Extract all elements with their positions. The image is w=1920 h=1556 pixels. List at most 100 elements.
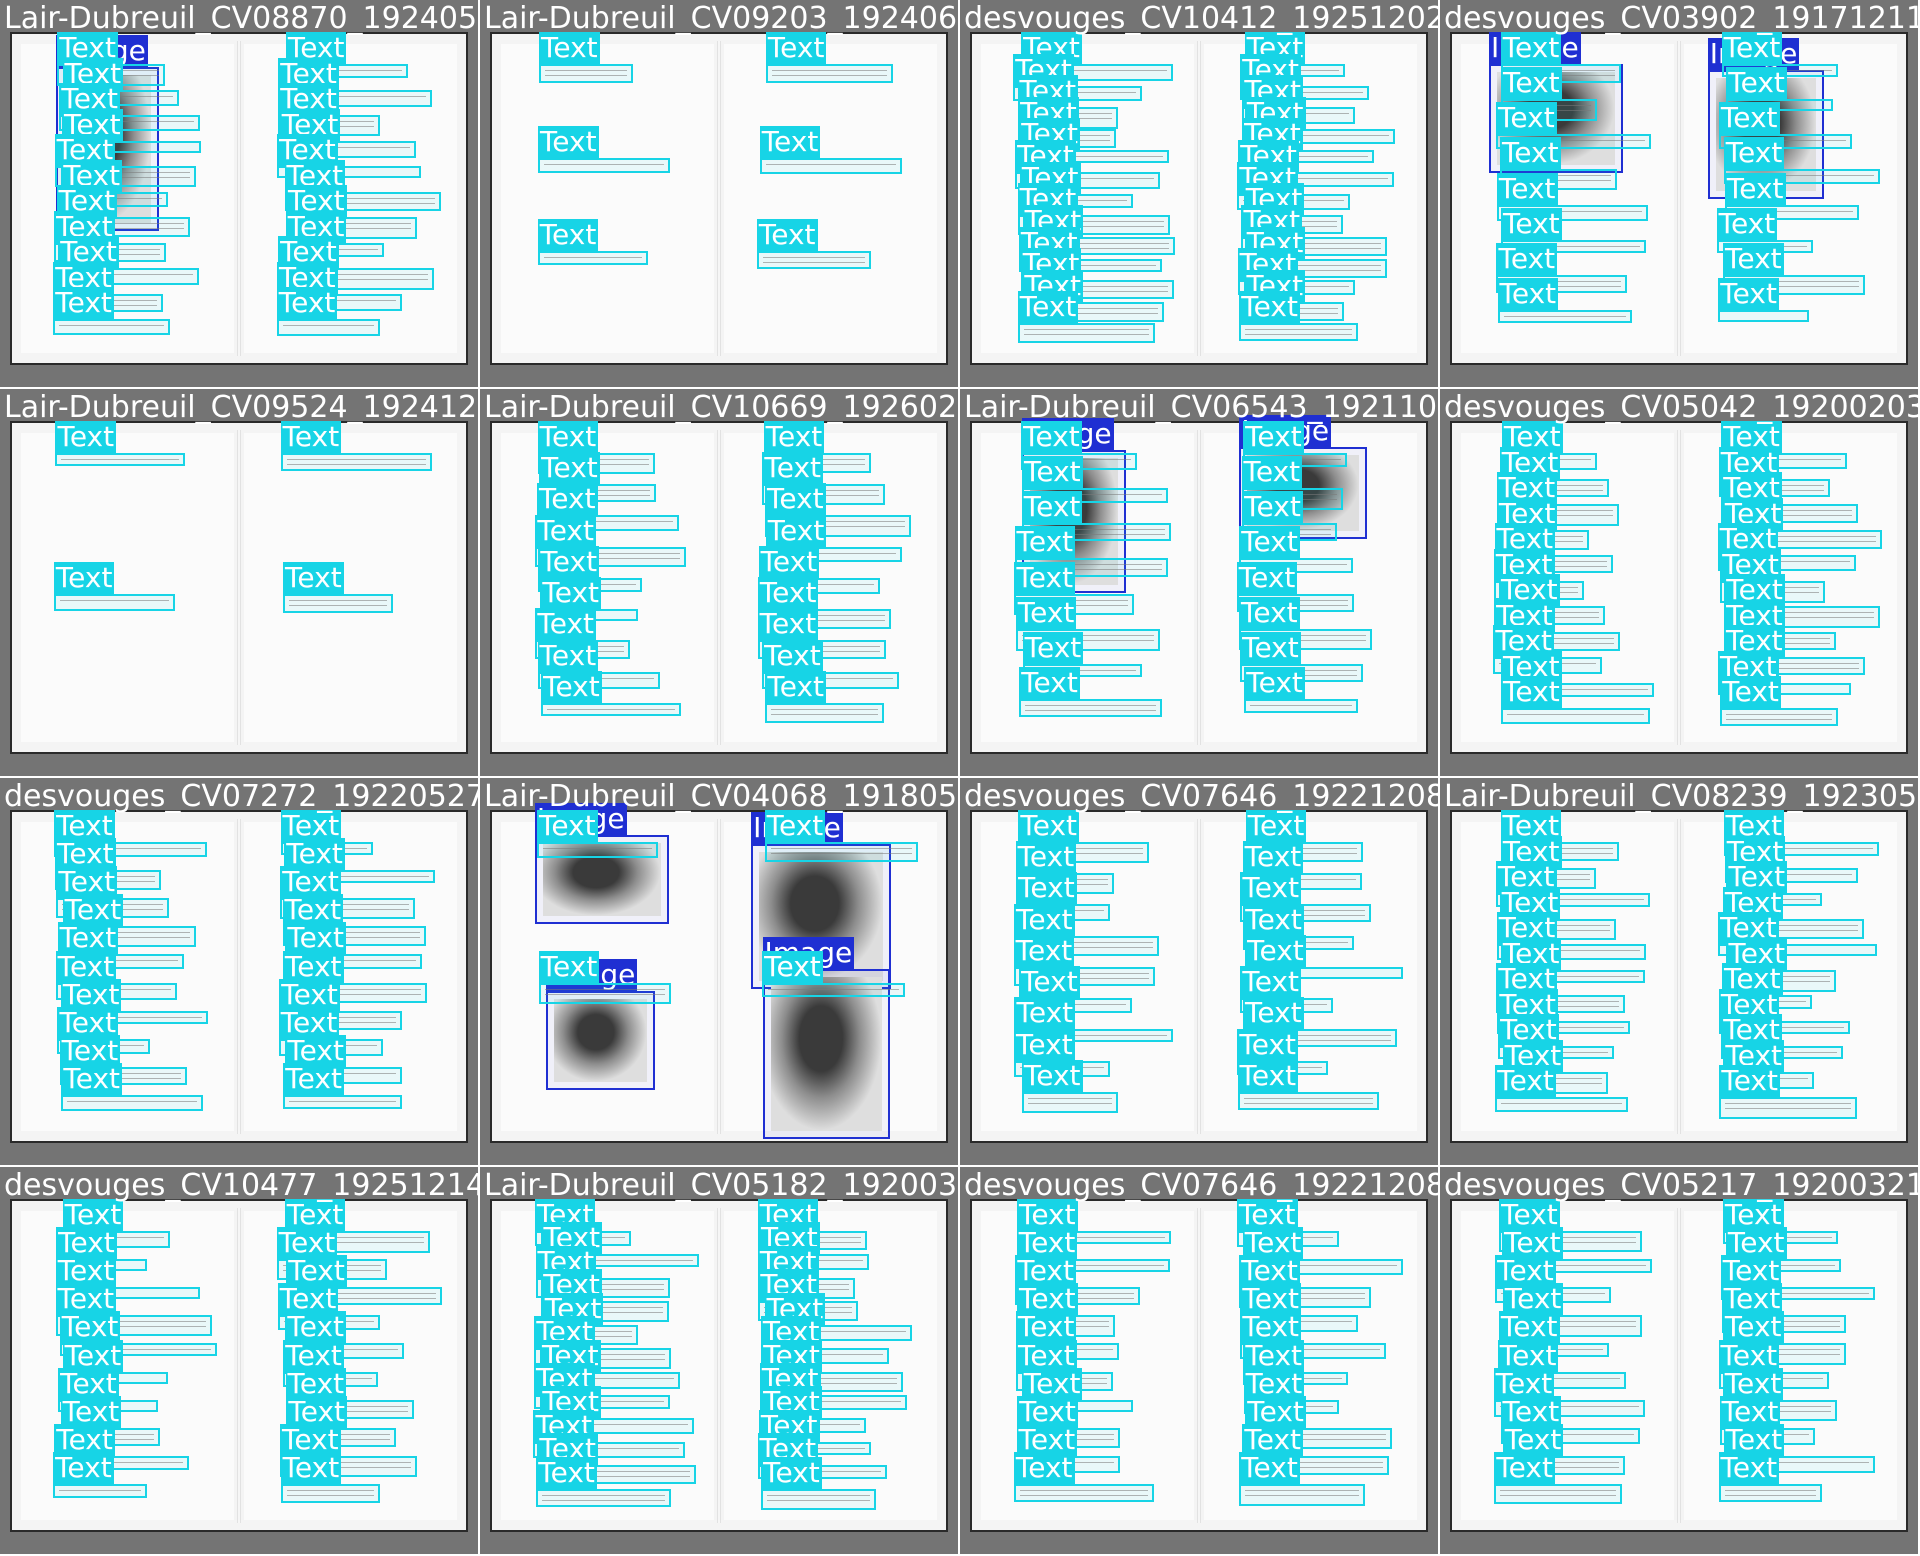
text-lines <box>1245 329 1352 335</box>
text-label-tag: Text <box>538 949 600 983</box>
text-detection-box[interactable]: Text <box>764 810 918 862</box>
text-lines <box>1501 1103 1622 1106</box>
text-detection-box[interactable]: Text <box>1239 1451 1365 1506</box>
book-spread-image: ImageTextTextTextTextTextTextTextTextTex… <box>12 32 466 363</box>
text-lines <box>1250 704 1352 708</box>
text-detection-box[interactable]: Text <box>537 125 671 173</box>
text-detection-box[interactable]: Text <box>283 1062 403 1109</box>
text-label-tag: Text <box>756 218 818 252</box>
text-label-tag: Text <box>1718 276 1779 310</box>
book-gutter <box>1676 1207 1682 1524</box>
detected-image-content <box>770 977 883 1131</box>
thumbnail-cell[interactable]: Lair-Dubreuil_CV09203_19240620-f3.jpgTex… <box>480 0 960 389</box>
text-detection-box[interactable]: Text <box>1495 1065 1628 1112</box>
text-detection-box[interactable]: Text <box>536 1456 672 1508</box>
text-lines <box>1245 1489 1359 1500</box>
text-label-tag: Text <box>1496 101 1557 135</box>
thumbnail-cell[interactable]: desvouges_CV07646_19221208-f5.jpg Text Tex… <box>960 1167 1440 1556</box>
book-spread-image: Text Text Text Text Text Text Text Text Text Text… <box>972 32 1426 363</box>
text-detection-box[interactable]: Text <box>283 561 393 614</box>
text-detection-box[interactable]: Text <box>1719 1065 1857 1119</box>
book-gutter <box>1676 40 1682 357</box>
text-detection-box[interactable]: Text <box>541 670 682 716</box>
thumbnail-cell[interactable]: desvouges_CV07646_19221208-f2.jpgTextTex… <box>960 778 1440 1167</box>
text-label-tag: Text <box>1022 630 1084 664</box>
text-lines <box>771 708 878 717</box>
thumbnail-cell[interactable]: Lair-Dubreuil_CV10669_19260222-f4.jpg Tex… <box>480 389 960 778</box>
thumbnail-cell[interactable]: desvouges_CV05217_19200321-f4.jpg Text Tex… <box>1440 1167 1920 1556</box>
text-detection-box[interactable]: Text <box>1019 666 1163 718</box>
text-detection-box[interactable]: Text <box>765 670 884 723</box>
text-detection-box[interactable]: Text <box>539 32 633 84</box>
thumbnail-cell[interactable]: desvouges_CV05042_19200203-f1.jpg Text Tex… <box>1440 389 1920 778</box>
thumbnail-title: Lair-Dubreuil_CV08870_19240505-f04.jpg <box>4 1 478 36</box>
text-detection-box[interactable]: Text <box>55 421 185 467</box>
image-detection-box[interactable]: Image <box>545 959 655 1090</box>
text-detection-box[interactable]: Text <box>53 287 170 335</box>
thumbnail-cell[interactable]: desvouges_CV03902_19171211-f2.jpgImageIm… <box>1440 0 1920 389</box>
thumbnail-cell[interactable]: Lair-Dubreuil_CV09524_19241211-f3.jpgTex… <box>0 389 480 778</box>
thumbnail-cell[interactable]: desvouges_CV10412_19251202-f1.jpg Text Tex… <box>960 0 1440 389</box>
text-detection-box[interactable]: Text <box>276 287 380 336</box>
text-label-tag: Text <box>1241 455 1303 489</box>
text-lines <box>767 1494 871 1505</box>
text-label-tag: Text <box>761 1455 822 1489</box>
text-lines <box>544 988 665 999</box>
text-label-tag: Text <box>1014 996 1076 1030</box>
text-label-tag: Text <box>762 638 823 672</box>
text-detection-box[interactable]: Text <box>1501 676 1651 724</box>
text-detection-box[interactable]: Text <box>1237 1059 1380 1111</box>
text-detection-box[interactable]: Text <box>1017 291 1156 344</box>
left-page <box>21 821 235 1132</box>
text-label-tag: Text <box>1017 290 1079 324</box>
thumbnail-title: desvouges_CV03902_19171211-f2.jpg <box>1444 1 1918 36</box>
thumbnail-cell[interactable]: desvouges_CV10477_19251214-f3.jpg Text Tex… <box>0 1167 480 1556</box>
text-detection-box[interactable]: Text <box>756 219 871 270</box>
text-detection-box[interactable]: Text <box>1013 1451 1154 1502</box>
text-lines <box>542 1494 666 1502</box>
text-detection-box[interactable]: Text <box>61 1062 203 1111</box>
text-label-tag: Text <box>1501 675 1562 709</box>
text-label-tag: Text <box>535 513 596 547</box>
thumbnail-title: Lair-Dubreuil_CV10669_19260222-f4.jpg <box>484 390 958 425</box>
text-detection-box[interactable]: Text <box>53 1451 147 1498</box>
thumbnail-title: Lair-Dubreuil_CV06543_19211017-f3.jpg <box>964 390 1438 425</box>
text-detection-box[interactable]: Text <box>53 561 175 611</box>
text-detection-box[interactable]: Text <box>759 125 902 174</box>
text-label-tag: Text <box>540 576 602 610</box>
text-detection-box[interactable]: Text <box>1718 1451 1822 1502</box>
thumbnail-cell[interactable]: Lair-Dubreuil_CV05182_19200318-f11.jpg Te… <box>480 1167 960 1556</box>
text-lines <box>286 459 427 465</box>
book-spread-image: ImageImageTextTextTextTextTextTextTextTe… <box>972 414 1426 752</box>
text-lines <box>543 163 665 167</box>
text-detection-box[interactable]: Text <box>536 810 658 859</box>
right-page <box>243 432 457 743</box>
book-spread-image: Text Text Text Text Text Text Text Text Text Text… <box>12 810 466 1141</box>
text-detection-box[interactable]: Text <box>1494 1451 1622 1504</box>
thumbnail-cell[interactable]: desvouges_CV07272_19220527-f7.jpg Text Tex… <box>0 778 480 1167</box>
text-detection-box[interactable]: Text <box>1497 277 1632 323</box>
text-detection-box[interactable]: Text <box>1720 676 1839 727</box>
text-detection-box[interactable]: Text <box>537 219 649 266</box>
text-label-tag: Text <box>1501 66 1562 100</box>
thumbnail-cell[interactable]: Lair-Dubreuil_CV08239_19230501-f5.jpg Tex… <box>1440 778 1920 1167</box>
text-label-tag: Text <box>765 482 826 516</box>
text-label-tag: Text <box>1019 665 1080 699</box>
text-detection-box[interactable]: Text <box>761 1456 877 1511</box>
text-detection-box[interactable]: Text <box>538 950 671 1005</box>
text-detection-box[interactable]: Text <box>280 421 433 471</box>
text-label-tag: Text <box>1015 595 1077 629</box>
thumbnail-cell[interactable]: Lair-Dubreuil_CV08870_19240505-f04.jpgIm… <box>0 0 480 389</box>
text-detection-box[interactable]: Text <box>762 950 905 998</box>
thumbnail-cell[interactable]: Lair-Dubreuil_CV04068_19180506-f22.jpg Im… <box>480 778 960 1167</box>
text-detection-box[interactable]: Text <box>765 32 894 84</box>
text-detection-box[interactable]: Text <box>1244 666 1358 714</box>
text-detection-box[interactable]: Text <box>1021 1059 1119 1113</box>
text-detection-box[interactable]: Text <box>1239 291 1358 341</box>
text-detection-box[interactable]: Text <box>280 1451 381 1503</box>
thumbnail-cell[interactable]: Lair-Dubreuil_CV06543_19211017-f3.jpgIma… <box>960 389 1440 778</box>
text-label-tag: Text <box>1021 1058 1083 1092</box>
text-label-tag: Text <box>1016 871 1077 905</box>
text-detection-box[interactable]: Text <box>1718 277 1809 323</box>
text-label-tag: Text <box>536 1455 597 1489</box>
